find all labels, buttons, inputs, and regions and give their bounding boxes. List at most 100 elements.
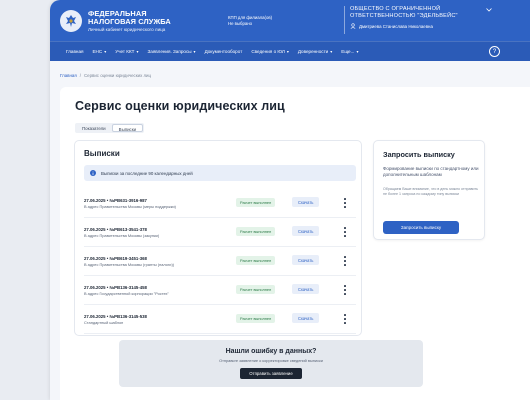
breadcrumb: Главная / Сервис оценки юридических лиц: [60, 73, 151, 78]
chevron-down-icon[interactable]: [486, 8, 492, 12]
info-text: Выписки за последние 90 календарных дней: [101, 170, 193, 176]
more-vertical-icon[interactable]: [342, 256, 348, 266]
header-divider: [344, 6, 345, 34]
download-button[interactable]: Скачать: [292, 313, 320, 323]
row-text: 27.06.2025 • №РВ136-3145-458 В адрес Гос…: [84, 285, 234, 296]
nav-item-org-info[interactable]: Сведения о ЮЛ ▾: [251, 49, 289, 54]
request-title: Запросить выписку: [383, 150, 455, 159]
download-button[interactable]: Скачать: [292, 255, 320, 265]
row-id: 27.06.2025 • №РВ631-3916-987: [84, 197, 147, 203]
info-banner: i Выписки за последние 90 календарных дн…: [84, 165, 356, 181]
status-badge: Расчет выполнен: [236, 198, 276, 207]
user-icon: [350, 23, 356, 29]
kpp-value: Не выбрано: [228, 20, 253, 26]
row-text: 27.06.2025 • №РВ613-3541-378 В адрес Пра…: [84, 227, 234, 238]
status-badge: Расчет выполнен: [236, 314, 276, 323]
list-item: 27.06.2025 • №РВ631-3916-987 В адрес Пра…: [84, 189, 356, 218]
row-address: В адрес Правительства Москвы (гранты (на…: [84, 261, 175, 267]
request-extract-panel: Запросить выписку Формирование выписки п…: [373, 140, 485, 240]
page-title: Сервис оценки юридических лиц: [75, 99, 285, 113]
request-extract-button[interactable]: Запросить выписку: [383, 221, 459, 234]
kpp-selector[interactable]: КПП для филиала(ов) Не выбрано: [228, 15, 272, 27]
more-vertical-icon[interactable]: [342, 314, 348, 324]
chevron-down-icon: ▾: [356, 49, 359, 54]
brand-block[interactable]: ФЕДЕРАЛЬНАЯ НАЛОГОВАЯ СЛУЖБА Личный каби…: [88, 9, 198, 32]
top-header: ФЕДЕРАЛЬНАЯ НАЛОГОВАЯ СЛУЖБА Личный каби…: [50, 0, 530, 41]
main-content: Сервис оценки юридических лиц Показатели…: [60, 87, 530, 400]
list-item: 27.06.2025 • №РВ613-3541-378 В адрес Пра…: [84, 218, 356, 247]
row-text: 27.06.2025 • №РВ136-3145-538 Стандартный…: [84, 314, 234, 325]
nav-label: Заявления. Запросы: [147, 49, 192, 54]
more-vertical-icon[interactable]: [342, 227, 348, 237]
breadcrumb-separator: /: [79, 73, 81, 78]
report-error-panel: Нашли ошибку в данных? Отправьте заявлен…: [119, 340, 423, 387]
nav-item-home[interactable]: Главная: [66, 49, 83, 54]
status-badge: Расчет выполнен: [236, 256, 276, 265]
list-item: 27.06.2025 • №РВ136-3145-458 В адрес Гос…: [84, 276, 356, 305]
nav-label: Главная: [66, 49, 84, 54]
row-address: В адрес Правительства Москвы (меры подде…: [84, 203, 176, 209]
org-user-name: Дмитриева Станислава Николаевна: [359, 23, 433, 29]
org-user: Дмитриева Станислава Николаевна: [350, 23, 458, 29]
nav-item-kkt[interactable]: Учет ККТ ▾: [115, 49, 138, 54]
row-text: 27.06.2025 • №РВ619-3451-368 В адрес Пра…: [84, 256, 234, 267]
row-id: 27.06.2025 • №РВ619-3451-368: [84, 255, 147, 261]
send-application-button[interactable]: Отправить заявление: [240, 368, 302, 379]
row-address: В адрес Государственной корпорации "Рост…: [84, 290, 169, 296]
list-item: 27.06.2025 • №РВ136-3145-538 Стандартный…: [84, 305, 356, 334]
chevron-down-icon: ▾: [104, 49, 107, 54]
list-item: 27.06.2025 • №РВ619-3451-368 В адрес Пра…: [84, 247, 356, 276]
brand-title-line2: НАЛОГОВАЯ СЛУЖБА: [88, 16, 171, 26]
request-description: Формирование выписки по стандартному или…: [383, 166, 479, 177]
chevron-down-icon: ▾: [136, 49, 139, 54]
more-vertical-icon[interactable]: [342, 198, 348, 208]
browser-frame: ФЕДЕРАЛЬНАЯ НАЛОГОВАЯ СЛУЖБА Личный каби…: [50, 0, 530, 400]
error-subtitle: Отправьте заявление о корректировке свед…: [219, 358, 323, 363]
org-name-line2: ОТВЕТСТВЕННОСТЬЮ "ЭДЕЛЬВЕЙС": [350, 13, 458, 19]
nav-label: Документооборот: [204, 49, 243, 54]
organization-block[interactable]: ОБЩЕСТВО С ОГРАНИЧЕННОЙ ОТВЕТСТВЕННОСТЬЮ…: [350, 6, 458, 29]
status-badge: Расчет выполнен: [236, 285, 276, 294]
row-id: 27.06.2025 • №РВ136-3145-538: [84, 313, 147, 319]
nav-item-powers[interactable]: Доверенности ▾: [298, 49, 332, 54]
extracts-panel: Выписки i Выписки за последние 90 календ…: [74, 140, 362, 336]
status-badge: Расчет выполнен: [236, 227, 276, 236]
breadcrumb-home[interactable]: Главная: [60, 73, 77, 78]
row-address: В адрес Правительства Москвы (закупки): [84, 232, 160, 238]
nav-item-requests[interactable]: Заявления. Запросы ▾: [147, 49, 195, 54]
nav-label: ЕНС: [92, 49, 103, 54]
nav-item-docflow[interactable]: Документооборот: [205, 49, 243, 54]
tab-extracts[interactable]: Выписки: [111, 124, 144, 132]
nav-label: Еще...: [341, 49, 355, 54]
error-title: Нашли ошибку в данных?: [225, 348, 317, 355]
chevron-down-icon: ▾: [286, 49, 289, 54]
tab-bar: Показатели Выписки: [75, 123, 145, 133]
row-id: 27.06.2025 • №РВ136-3145-458: [84, 284, 147, 290]
nav-label: Доверенности: [297, 49, 329, 54]
download-button[interactable]: Скачать: [292, 226, 320, 236]
nav-label: Учет ККТ: [115, 49, 135, 54]
download-button[interactable]: Скачать: [292, 197, 320, 207]
org-name-line1: ОБЩЕСТВО С ОГРАНИЧЕННОЙ: [350, 6, 441, 12]
row-text: 27.06.2025 • №РВ631-3916-987 В адрес Пра…: [84, 198, 234, 209]
tab-indicators[interactable]: Показатели: [76, 124, 112, 132]
row-id: 27.06.2025 • №РВ613-3541-378: [84, 226, 147, 232]
brand-subtitle: Личный кабинет юридического лица: [88, 26, 166, 32]
help-icon[interactable]: ?: [489, 46, 500, 57]
download-button[interactable]: Скачать: [292, 284, 320, 294]
info-icon: i: [90, 170, 96, 176]
fns-emblem-icon[interactable]: [60, 9, 82, 32]
nav-label: Сведения о ЮЛ: [251, 49, 285, 54]
chevron-down-icon: ▾: [193, 49, 196, 54]
more-vertical-icon[interactable]: [342, 285, 348, 295]
row-address: Стандартный шаблон: [84, 319, 124, 325]
request-note: Обращаем Ваше внимание, что в день можно…: [383, 187, 479, 196]
nav-item-more[interactable]: Еще... ▾: [341, 49, 358, 54]
chevron-down-icon: ▾: [330, 49, 333, 54]
eagle-icon: [66, 14, 76, 27]
breadcrumb-current: Сервис оценки юридических лиц: [83, 73, 152, 78]
extracts-title: Выписки: [84, 149, 120, 158]
main-nav: Главная ЕНС ▾ Учет ККТ ▾ Заявления. Запрос…: [50, 41, 530, 61]
nav-item-ens[interactable]: ЕНС ▾: [92, 49, 106, 54]
extracts-list: 27.06.2025 • №РВ631-3916-987 В адрес Пра…: [84, 189, 356, 334]
